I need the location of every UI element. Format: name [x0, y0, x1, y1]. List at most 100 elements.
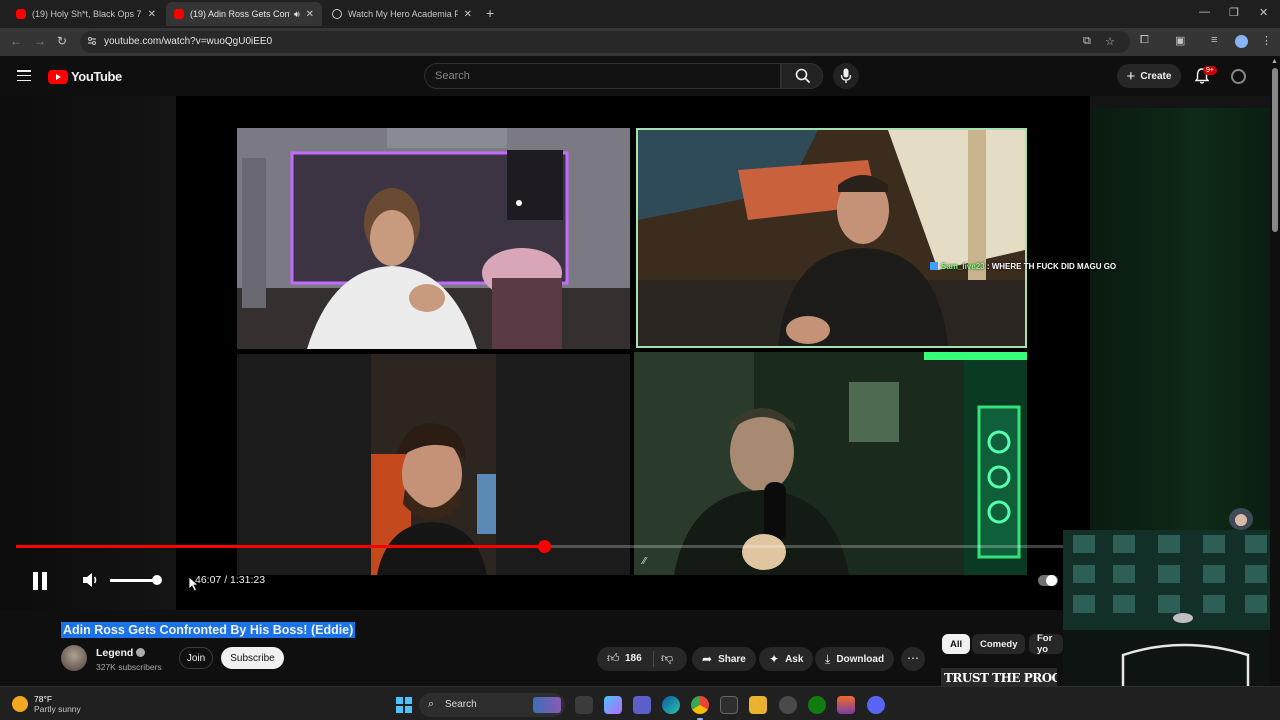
scrollbar-thumb[interactable] [1272, 68, 1278, 232]
install-app-icon[interactable]: ⧉ [1083, 35, 1091, 48]
chat-overlay-comment: Sam_live23 : WHERE TH FUCK DID MAGU GO [930, 262, 1116, 271]
browser-tab-adin-ross[interactable]: (19) Adin Ross Gets Confro 🔊︎ ✕ [166, 2, 322, 26]
browser-menu-icon[interactable]: ⋮ [1261, 34, 1272, 47]
stream-border-right-top [1090, 96, 1270, 108]
app-icon[interactable] [837, 696, 855, 714]
edge-icon[interactable] [662, 696, 680, 714]
window-close-icon[interactable]: ✕ [1259, 6, 1268, 19]
task-view-icon[interactable] [575, 696, 593, 714]
side-panel-icon[interactable]: ▣ [1175, 34, 1185, 47]
pip-small-avatar [1229, 508, 1253, 530]
youtube-logo[interactable]: YouTube [48, 69, 122, 84]
reload-icon[interactable]: ↻ [57, 34, 67, 48]
like-count[interactable]: 186 [625, 653, 642, 664]
time-display: 46:07 / 1:31:23 [195, 574, 266, 586]
search-icon: ⌕ [428, 698, 435, 710]
streamer-room-image [237, 128, 630, 349]
chrome-icon[interactable] [691, 696, 709, 720]
volume-knob[interactable] [152, 575, 162, 585]
pause-icon [33, 572, 38, 590]
download-button[interactable]: ⤓ Download [815, 647, 895, 671]
download-icon: ⤓ [825, 651, 831, 666]
menu-hamburger-icon[interactable] [17, 70, 31, 82]
share-arrow-icon: ➦ [702, 652, 713, 666]
store-icon[interactable] [720, 696, 738, 714]
back-arrow-icon[interactable]: ← [10, 34, 22, 48]
chip-comedy[interactable]: Comedy [972, 634, 1026, 654]
channel-name[interactable]: Legend [96, 647, 133, 659]
xbox-icon[interactable] [808, 696, 826, 714]
windows-start-icon[interactable] [396, 697, 412, 713]
close-icon[interactable]: ✕ [464, 9, 472, 20]
channel-name-row[interactable]: Legend [96, 647, 146, 659]
url-text[interactable]: youtube.com/watch?v=wuoQgU0iEE0 [104, 36, 272, 47]
man-dark-shirt-image [638, 130, 1025, 346]
channel-avatar[interactable] [61, 645, 87, 671]
windows-taskbar: 78°F Partly sunny ⌕ Search [0, 686, 1280, 720]
extensions-icon[interactable]: ⧠ [1140, 34, 1149, 47]
more-actions-icon[interactable]: ⋯ [901, 647, 925, 671]
subscribe-button[interactable]: Subscribe [221, 647, 284, 669]
copilot-icon[interactable] [604, 696, 622, 714]
share-button[interactable]: ➦ Share [692, 647, 756, 671]
browser-tab-strip: (19) Holy Sh*t, Black Ops 7 is N ✕ (19) … [0, 0, 1280, 28]
page-scrollbar[interactable]: ▲ [1270, 56, 1280, 686]
search-button[interactable] [781, 63, 823, 89]
minimize-icon[interactable]: — [1199, 6, 1210, 18]
weather-condition: Partly sunny [34, 704, 81, 714]
taskbar-search-label: Search [445, 699, 477, 710]
speaker-icon[interactable]: 🔊︎ [294, 9, 300, 20]
media-controls-icon[interactable]: ≡ [1211, 34, 1217, 46]
teams-icon[interactable] [633, 696, 651, 714]
phone-stream-image [237, 354, 630, 575]
settings-gear-icon[interactable] [779, 696, 797, 714]
globe-icon [332, 9, 342, 19]
webcam-tile-green-room [634, 352, 1027, 575]
ask-button[interactable]: ✦ Ask [759, 647, 814, 671]
close-icon[interactable]: ✕ [148, 9, 156, 20]
discord-icon[interactable] [867, 696, 885, 714]
taskbar-search[interactable]: ⌕ Search [419, 693, 565, 717]
forward-arrow-icon[interactable]: → [34, 34, 46, 48]
join-button[interactable]: Join [179, 647, 213, 669]
scroll-up-icon[interactable]: ▲ [1271, 58, 1278, 65]
stream-border-left [0, 96, 176, 610]
youtube-play-icon [48, 69, 68, 84]
search-input[interactable] [435, 70, 765, 82]
seek-bar[interactable] [16, 540, 1063, 553]
weather-sun-icon [12, 696, 28, 712]
browser-profile-avatar[interactable] [1235, 35, 1248, 48]
plus-icon: + [1126, 67, 1136, 85]
voice-search-button[interactable] [833, 63, 859, 89]
thumbs-up-icon[interactable]: 👍︎ [607, 651, 620, 666]
address-bar[interactable]: youtube.com/watch?v=wuoQgU0iEE0 ⧉ ☆ [80, 31, 1130, 53]
pause-button[interactable] [32, 572, 48, 590]
chat-message: : WHERE TH FUCK DID MAGU GO [986, 262, 1117, 271]
new-tab-button[interactable]: + [486, 5, 494, 21]
search-box [424, 63, 781, 89]
tab-title: (19) Adin Ross Gets Confro [190, 9, 290, 19]
chip-all[interactable]: All [942, 634, 971, 654]
thumbs-down-icon[interactable]: 👎︎ [661, 651, 673, 666]
youtube-logo-text: YouTube [71, 69, 122, 84]
weather-widget[interactable]: 78°F Partly sunny [12, 694, 81, 714]
sparkle-icon: ✦ [769, 652, 780, 666]
bookmark-star-icon[interactable]: ☆ [1105, 35, 1115, 48]
file-explorer-icon[interactable] [749, 696, 767, 714]
mouse-cursor-icon [188, 576, 200, 592]
autoplay-toggle[interactable] [1038, 575, 1058, 586]
restore-icon[interactable]: ❐ [1229, 6, 1239, 19]
search-icon [795, 68, 811, 84]
browser-tab-black-ops[interactable]: (19) Holy Sh*t, Black Ops 7 is N ✕ [8, 2, 164, 26]
close-icon[interactable]: ✕ [306, 9, 314, 20]
site-settings-icon[interactable] [87, 36, 97, 46]
youtube-icon [16, 9, 26, 19]
chip-for-you[interactable]: For yo [1029, 634, 1063, 654]
volume-slider[interactable] [110, 579, 158, 582]
ai-chapter-icon: ⁄⁄ [643, 556, 647, 567]
notification-count-badge: 9+ [1203, 66, 1217, 75]
browser-tab-my-hero-academia[interactable]: Watch My Hero Academia Final ✕ [324, 2, 480, 26]
create-button[interactable]: + Create [1117, 64, 1181, 88]
account-avatar[interactable] [1231, 69, 1246, 84]
volume-icon[interactable] [82, 572, 100, 588]
